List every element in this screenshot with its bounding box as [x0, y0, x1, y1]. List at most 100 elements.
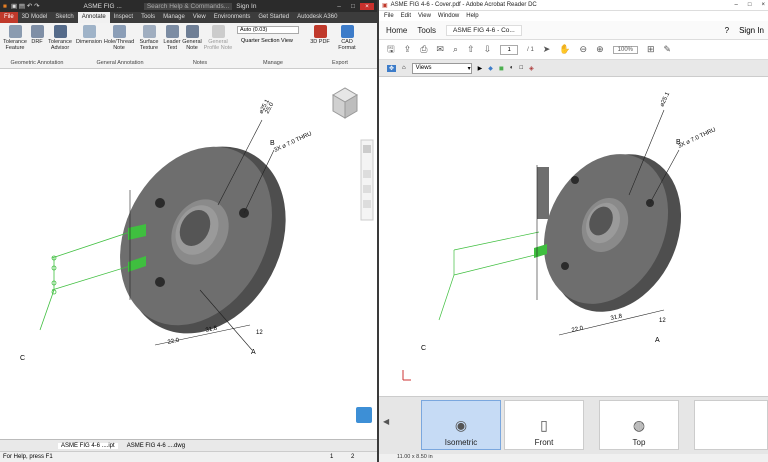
- dim-318[interactable]: 31.8: [205, 326, 218, 334]
- hole-callout[interactable]: 3X ⌀ 7.0 THRU: [273, 131, 313, 154]
- save-icon[interactable]: 🖫: [387, 42, 395, 58]
- general-profile-note-button[interactable]: General Profile Note: [203, 25, 233, 51]
- viewcube-icon[interactable]: [332, 87, 358, 119]
- view-front[interactable]: ▯ Front: [504, 400, 584, 450]
- tab-inspect[interactable]: Inspect: [110, 12, 137, 23]
- help-icon[interactable]: ?: [725, 26, 729, 35]
- scroll-left-icon[interactable]: ◀: [383, 417, 389, 426]
- tab-sketch[interactable]: Sketch: [51, 12, 77, 23]
- next-page-icon[interactable]: ⇩: [484, 44, 492, 55]
- tab-document[interactable]: ASME FIG 4-6 - Co...: [446, 24, 522, 36]
- rotate-3d-icon[interactable]: ✥: [387, 64, 397, 72]
- flange-part[interactable]: [90, 118, 317, 361]
- projection-icon[interactable]: ◆: [488, 65, 493, 72]
- background-icon[interactable]: □: [520, 65, 524, 71]
- tab-3d-model[interactable]: 3D Model: [18, 12, 52, 23]
- page-number-input[interactable]: [500, 44, 519, 55]
- menu-help[interactable]: Help: [466, 13, 478, 19]
- lighting-icon[interactable]: ◐: [510, 65, 514, 71]
- tab-manage[interactable]: Manage: [159, 12, 189, 23]
- button-label: DRF: [31, 39, 43, 45]
- auto-dropdown[interactable]: Auto (0.03): [237, 26, 299, 34]
- zoom-dropdown[interactable]: 100%: [612, 45, 638, 54]
- home-view-icon[interactable]: ⌂: [402, 65, 406, 71]
- cross-section-icon[interactable]: ◈: [529, 65, 534, 72]
- tab-home[interactable]: Home: [386, 26, 407, 35]
- view-top[interactable]: ◍ Top: [599, 400, 679, 450]
- datum-b-label[interactable]: B: [270, 140, 275, 147]
- surface-texture-button[interactable]: Surface Texture: [137, 25, 161, 51]
- views-dropdown[interactable]: Views ▾: [411, 62, 472, 74]
- upload-icon[interactable]: ⇪: [404, 44, 412, 55]
- close-icon[interactable]: ×: [761, 2, 765, 8]
- tab-view[interactable]: View: [189, 12, 210, 23]
- acrobat-titlebar: ▣ ASME FIG 4-6 - Cover.pdf - Adobe Acrob…: [379, 0, 768, 11]
- flange-part-pdf[interactable]: [520, 132, 705, 333]
- play-icon[interactable]: ▶: [478, 65, 483, 72]
- pdf-page[interactable]: ⌀25.1 3X ⌀ 7.0 THRU 22.0 31.8 A B C 12: [379, 79, 768, 396]
- general-note-button[interactable]: General Note: [182, 25, 202, 51]
- cad-format-button[interactable]: CAD Format: [332, 25, 362, 51]
- minimize-icon[interactable]: –: [332, 3, 346, 10]
- tab-annotate[interactable]: Annotate: [77, 12, 110, 23]
- close-icon[interactable]: ×: [360, 2, 374, 10]
- comment-icon[interactable]: ✎: [664, 44, 672, 55]
- menu-file[interactable]: File: [384, 13, 394, 19]
- view-partial[interactable]: [694, 400, 768, 450]
- zoom-out-icon[interactable]: ⊖: [580, 44, 588, 55]
- tab-a360[interactable]: Autodesk A360: [293, 12, 341, 23]
- surface-texture-icon: [142, 25, 156, 38]
- menu-view[interactable]: View: [418, 13, 431, 19]
- 3d-pdf-button[interactable]: 3D PDF: [309, 25, 331, 45]
- tab-file[interactable]: File: [0, 12, 18, 23]
- tab-get-started[interactable]: Get Started: [254, 12, 293, 23]
- minimize-icon[interactable]: –: [735, 2, 738, 8]
- isometric-thumbnail-icon: ◉: [454, 417, 468, 433]
- search-icon[interactable]: ⌕: [453, 44, 458, 55]
- inventor-logo-icon[interactable]: ■: [3, 3, 7, 10]
- tab-tools[interactable]: Tools: [137, 12, 159, 23]
- section-view-dropdown[interactable]: Quarter Section View: [241, 38, 293, 44]
- menu-window[interactable]: Window: [438, 13, 459, 19]
- prev-page-icon[interactable]: ⇧: [467, 44, 475, 55]
- chevron-down-icon: ▾: [467, 65, 471, 72]
- print-icon[interactable]: ⎙: [420, 44, 427, 55]
- select-tool-icon[interactable]: ➤: [543, 44, 551, 55]
- tab-environments[interactable]: Environments: [210, 12, 255, 23]
- dimension-button[interactable]: Dimension: [76, 25, 102, 45]
- inventor-viewport[interactable]: ⌀25.1 25.0 3X ⌀ 7.0 THRU 22.0 31.8 A B C…: [0, 69, 377, 439]
- zoom-in-icon[interactable]: ⊕: [596, 44, 604, 55]
- maximize-icon[interactable]: □: [748, 2, 752, 8]
- quick-access-icons[interactable]: ▣ ▤ ↶ ↷: [11, 2, 40, 10]
- search-input[interactable]: Search Help & Commands...: [143, 2, 233, 10]
- maximize-icon[interactable]: □: [346, 3, 360, 10]
- menu-edit[interactable]: Edit: [401, 13, 411, 19]
- doc-tab-ipt[interactable]: ASME FIG 4-6 ....ipt: [58, 442, 118, 449]
- tab-tools[interactable]: Tools: [417, 26, 436, 35]
- tolerance-advisor-button[interactable]: Tolerance Advisor: [47, 25, 73, 51]
- leader-text-button[interactable]: Leader Text: [163, 25, 181, 51]
- view-isometric[interactable]: ◉ Isometric: [421, 400, 501, 450]
- render-mode-icon[interactable]: ◼: [499, 65, 504, 72]
- hand-tool-icon[interactable]: ✋: [559, 44, 570, 55]
- share-icon[interactable]: [356, 407, 372, 423]
- email-icon[interactable]: ✉: [436, 44, 444, 55]
- pdf-3d-model[interactable]: ⌀25.1 3X ⌀ 7.0 THRU 22.0 31.8 A B C 12: [379, 79, 768, 396]
- datum-b-label-pdf: B: [676, 139, 681, 146]
- dim-318-pdf: 31.8: [610, 314, 623, 322]
- drf-button[interactable]: DRF: [30, 25, 44, 45]
- navigation-bar[interactable]: [360, 139, 374, 221]
- doc-tab-dwg[interactable]: ASME FIG 4-6 ....dwg: [124, 443, 188, 449]
- fit-page-icon[interactable]: ⊞: [647, 44, 655, 55]
- datum-c-label[interactable]: C: [20, 355, 25, 362]
- button-label: 3D PDF: [310, 39, 330, 45]
- sign-in-link[interactable]: Sign In: [236, 3, 256, 10]
- views-label: Views: [415, 65, 432, 71]
- dim-22[interactable]: 22.0: [167, 338, 180, 346]
- flat-dim[interactable]: 12: [256, 330, 263, 336]
- ribbon-tabs: File 3D Model Sketch Annotate Inspect To…: [0, 12, 377, 23]
- datum-a-label[interactable]: A: [251, 349, 256, 356]
- tolerance-feature-button[interactable]: Tolerance Feature: [2, 25, 28, 51]
- hole-thread-note-button[interactable]: Hole/Thread Note: [104, 25, 134, 51]
- sign-in-link[interactable]: Sign In: [739, 26, 764, 35]
